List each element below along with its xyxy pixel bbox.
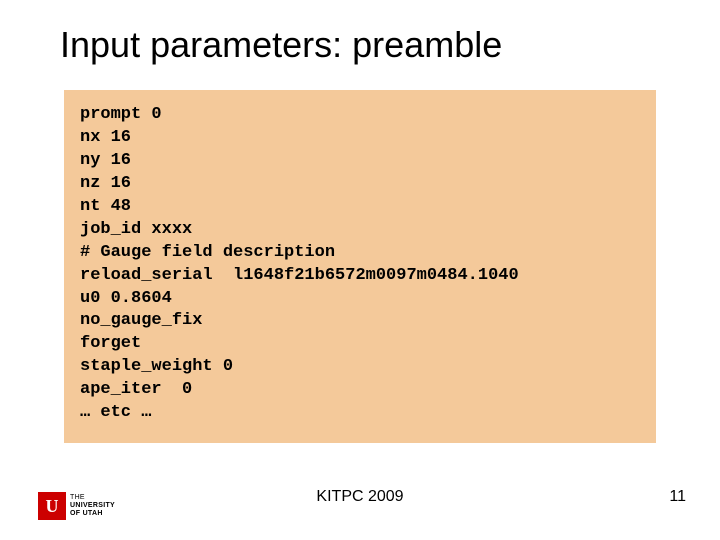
code-line: prompt 0 xyxy=(80,104,640,127)
code-line: job_id xxxx xyxy=(80,219,640,242)
code-line: nt 48 xyxy=(80,196,640,219)
slide-title: Input parameters: preamble xyxy=(60,24,660,66)
code-block: prompt 0 nx 16 ny 16 nz 16 nt 48 job_id … xyxy=(64,90,656,443)
footer-center: KITPC 2009 xyxy=(316,488,403,506)
code-line: … etc … xyxy=(80,402,640,425)
page-number: 11 xyxy=(669,488,686,506)
u-logo-icon: U xyxy=(38,492,66,520)
code-line: nz 16 xyxy=(80,173,640,196)
slide: Input parameters: preamble prompt 0 nx 1… xyxy=(0,0,720,540)
university-logo: U THE UNIVERSITY OF UTAH xyxy=(38,492,115,520)
code-line: ny 16 xyxy=(80,150,640,173)
code-line: # Gauge field description xyxy=(80,242,640,265)
code-line: reload_serial l1648f21b6572m0097m0484.10… xyxy=(80,265,640,288)
code-line: staple_weight 0 xyxy=(80,356,640,379)
code-line: ape_iter 0 xyxy=(80,379,640,402)
code-line: no_gauge_fix xyxy=(80,310,640,333)
code-line: nx 16 xyxy=(80,127,640,150)
logo-line1: THE xyxy=(70,494,115,502)
logo-line2: UNIVERSITY xyxy=(70,502,115,510)
logo-text: THE UNIVERSITY OF UTAH xyxy=(70,494,115,517)
logo-line3: OF UTAH xyxy=(70,510,115,518)
code-line: forget xyxy=(80,333,640,356)
code-line: u0 0.8604 xyxy=(80,288,640,311)
